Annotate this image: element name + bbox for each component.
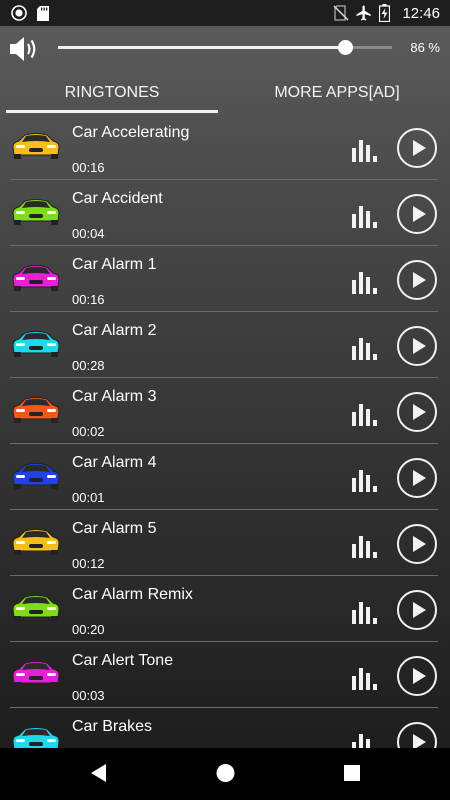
- car-thumbnail: [10, 131, 62, 161]
- ringtone-row[interactable]: Car Alarm Remix 00:20: [0, 576, 450, 642]
- ringtone-row[interactable]: Car Brakes: [0, 708, 450, 748]
- play-icon[interactable]: [397, 392, 437, 432]
- ringtone-row[interactable]: Car Alarm 5 00:12: [0, 510, 450, 576]
- recents-icon[interactable]: [343, 762, 361, 784]
- ringtone-row[interactable]: Car Alarm 3 00:02: [0, 378, 450, 444]
- play-icon[interactable]: [397, 194, 437, 234]
- ringtone-title: Car Brakes: [72, 718, 153, 735]
- car-thumbnail: [10, 461, 62, 491]
- play-icon[interactable]: [397, 590, 437, 630]
- ringtone-title: Car Accident: [72, 190, 163, 207]
- volume-slider-knob[interactable]: [338, 40, 354, 55]
- ringtone-duration: 00:28: [72, 358, 105, 373]
- tab-ringtones-label: RINGTONES: [64, 84, 160, 101]
- ringtone-row[interactable]: Car Alarm 2 00:28: [0, 312, 450, 378]
- no-sim-icon: [333, 5, 349, 21]
- car-thumbnail: [10, 395, 62, 425]
- home-icon[interactable]: [215, 762, 236, 784]
- back-icon[interactable]: [89, 762, 109, 784]
- tab-bar: RINGTONES MORE APPS[AD]: [0, 74, 450, 114]
- play-icon[interactable]: [397, 260, 437, 300]
- equalizer-icon[interactable]: [352, 730, 380, 748]
- equalizer-icon[interactable]: [352, 268, 380, 294]
- equalizer-icon[interactable]: [352, 532, 380, 558]
- ringtone-title: Car Alarm Remix: [72, 586, 193, 603]
- car-thumbnail: [10, 527, 62, 557]
- ringtone-list[interactable]: Car Accelerating 00:16 Car Accident 00:04 Ca…: [0, 114, 450, 748]
- ringtone-row[interactable]: Car Accelerating 00:16: [0, 114, 450, 180]
- car-thumbnail: [10, 659, 62, 689]
- ringtone-duration: 00:02: [72, 424, 105, 439]
- equalizer-icon[interactable]: [352, 598, 380, 624]
- tab-more-apps[interactable]: MORE APPS[AD]: [226, 74, 448, 114]
- equalizer-icon[interactable]: [352, 466, 380, 492]
- ringtone-row[interactable]: Car Alert Tone 00:03: [0, 642, 450, 708]
- ringtone-duration: 00:20: [72, 622, 105, 637]
- car-thumbnail: [10, 329, 62, 359]
- play-icon[interactable]: [397, 458, 437, 498]
- equalizer-icon[interactable]: [352, 136, 380, 162]
- battery-charging-icon: [379, 4, 391, 22]
- volume-percent: 86 %: [410, 40, 440, 55]
- status-time: 12:46: [402, 4, 440, 22]
- volume-slider[interactable]: [58, 40, 392, 55]
- ringtone-title: Car Alarm 3: [72, 388, 157, 405]
- equalizer-icon[interactable]: [352, 400, 380, 426]
- play-icon[interactable]: [397, 656, 437, 696]
- ringtone-duration: 00:16: [72, 160, 105, 175]
- tab-ringtones[interactable]: RINGTONES: [6, 74, 218, 114]
- play-icon[interactable]: [397, 524, 437, 564]
- ringtone-row[interactable]: Car Alarm 1 00:16: [0, 246, 450, 312]
- ringtone-row[interactable]: Car Alarm 4 00:01: [0, 444, 450, 510]
- ringtone-duration: 00:16: [72, 292, 105, 307]
- volume-slider-fill: [58, 46, 346, 49]
- equalizer-icon[interactable]: [352, 202, 380, 228]
- ringtone-duration: 00:01: [72, 490, 105, 505]
- equalizer-icon[interactable]: [352, 664, 380, 690]
- ringtone-title: Car Accelerating: [72, 124, 190, 141]
- sd-card-icon: [37, 5, 49, 21]
- tab-more-apps-label: MORE APPS[AD]: [274, 84, 400, 101]
- navigation-bar: [0, 748, 450, 800]
- ringtone-title: Car Alarm 4: [72, 454, 157, 471]
- volume-row: 86 %: [0, 26, 450, 74]
- status-bar: 12:46: [0, 0, 450, 26]
- car-thumbnail: [10, 263, 62, 293]
- record-icon: [11, 5, 27, 21]
- car-thumbnail: [10, 593, 62, 623]
- play-icon[interactable]: [397, 722, 437, 748]
- ringtone-title: Car Alarm 2: [72, 322, 157, 339]
- speaker-icon[interactable]: [8, 34, 40, 64]
- equalizer-icon[interactable]: [352, 334, 380, 360]
- play-icon[interactable]: [397, 326, 437, 366]
- ringtone-duration: 00:03: [72, 688, 105, 703]
- ringtone-title: Car Alarm 5: [72, 520, 157, 537]
- car-thumbnail: [10, 725, 62, 748]
- ringtone-duration: 00:04: [72, 226, 105, 241]
- airplane-mode-icon: [356, 5, 372, 21]
- ringtone-duration: 00:12: [72, 556, 105, 571]
- play-icon[interactable]: [397, 128, 437, 168]
- app-content: 86 % RINGTONES MORE APPS[AD] Car Acceler…: [0, 26, 450, 748]
- car-thumbnail: [10, 197, 62, 227]
- tab-selected-indicator: [6, 110, 218, 113]
- ringtone-title: Car Alarm 1: [72, 256, 157, 273]
- ringtone-title: Car Alert Tone: [72, 652, 174, 669]
- ringtone-row[interactable]: Car Accident 00:04: [0, 180, 450, 246]
